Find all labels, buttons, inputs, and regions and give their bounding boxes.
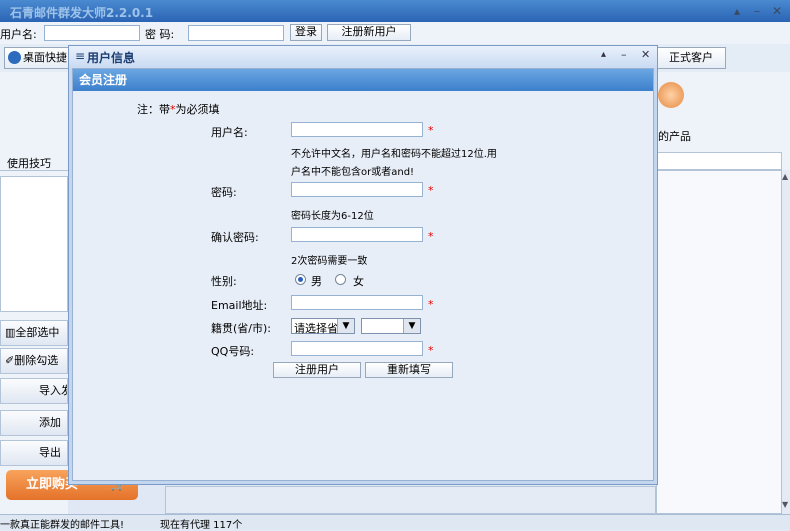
chevron-down-icon: ▼ [337,319,354,333]
login-button[interactable]: 登录 [290,24,322,41]
desktop-shortcut-icon [8,51,21,64]
register-panel: 会员注册 注：带*为必须填 用户名: * 不允许中文名，用户名和密码不能超过12… [72,68,654,481]
gender-male-label: 男 [311,275,322,288]
desktop-shortcut-button[interactable]: 桌面快捷 [4,47,70,69]
gender-male-radio[interactable] [295,274,306,285]
select-all-button[interactable]: ▥全部选中 [0,320,68,346]
close-icon[interactable]: ✕ [770,4,784,18]
formal-customer-button[interactable]: 正式客户 [656,47,726,69]
gender-female-radio[interactable] [335,274,346,285]
tips-content [0,176,68,312]
password-hint: 密码长度为6-12位 [291,211,374,222]
email-required-mark: * [428,298,434,311]
confirm-password-hint: 2次密码需要一致 [291,256,368,267]
reset-form-button[interactable]: 重新填写 [365,362,453,378]
confirm-password-input[interactable] [291,227,423,242]
user-info-titlebar: ≡ 用户信息 ▴ – ✕ [69,46,657,68]
select-all-label: 全部选中 [15,326,60,339]
export-label: 导出 [39,446,61,459]
chevron-down-icon: ▼ [403,319,420,333]
scroll-down-icon[interactable]: ▼ [782,500,788,509]
export-button[interactable]: 导出 [0,440,68,466]
email-input[interactable] [291,295,423,310]
import-label: 导入发 [39,384,67,397]
username-input[interactable] [291,122,423,137]
username-hint-line2: 户名中不能包含or或者and! [291,167,415,178]
status-bar: 一款真正能群发的邮件工具! 现在有代理 117个 [0,514,790,531]
desktop-shortcut-label: 桌面快捷 [23,51,67,64]
tips-label: 使用技巧 [7,157,51,170]
user-info-title: 用户信息 [87,51,136,65]
app-title: 石青邮件群发大师2.2.0.1 [10,6,154,20]
note-prefix: 注：带 [137,103,170,116]
eraser-icon: ✐ [5,354,15,367]
city-select[interactable]: ▼ [361,318,421,334]
user-info-dialog: ≡ 用户信息 ▴ – ✕ 会员注册 注：带*为必须填 用户名: * 不允许中文名… [68,45,658,485]
dialog-close-icon[interactable]: ✕ [641,48,650,61]
tips-header: 使用技巧 [0,150,68,171]
menu-icon: ≡ [75,49,86,63]
scroll-up-icon[interactable]: ▲ [782,172,788,181]
qq-label: QQ号码: [211,345,255,358]
status-proxy-count: 现在有代理 117个 [160,520,243,531]
right-scrollbar[interactable] [782,170,790,514]
qq-input[interactable] [291,341,423,356]
register-titlebar: 会员注册 [73,69,653,91]
note-suffix: 为必须填 [175,103,220,116]
login-password-input[interactable] [188,25,284,41]
confirm-required-mark: * [428,230,434,243]
register-new-user-button[interactable]: 注册新用户 [327,24,411,41]
dialog-minimize-icon[interactable]: ▴ [601,49,606,60]
add-button[interactable]: 添加 [0,410,68,436]
minimize-icon[interactable]: ▴ [730,4,744,18]
province-select[interactable]: 请选择省 ▼ [291,318,355,335]
email-label: Email地址: [211,299,268,312]
right-list-panel [656,170,782,514]
province-value: 请选择省 [294,322,338,335]
restore-icon[interactable]: – [750,4,764,18]
login-username-label: 用户名: [0,28,37,41]
username-label: 用户名: [211,126,248,139]
delete-checked-button[interactable]: ✐删除勾选 [0,348,68,374]
sidebar: 使用技巧 ▥全部选中 ✐删除勾选 导入发 添加 导出 [0,72,68,514]
password-label: 密码: [211,186,237,199]
right-panel: 的产品 ▲ ▼ [656,72,790,514]
username-hint-line1: 不允许中文名，用户名和密码不能超过12位.用 [291,149,497,160]
password-input[interactable] [291,182,423,197]
gender-label: 性别: [211,275,237,288]
login-bar: 用户名: 密 码: 登录 注册新用户 [0,22,790,44]
select-all-icon: ▥ [5,326,16,339]
register-title: 会员注册 [79,73,128,87]
dialog-restore-icon[interactable]: – [621,48,627,61]
required-note: 注：带*为必须填 [137,101,220,117]
region-label: 籍贯(省/市): [211,322,271,335]
login-password-label: 密 码: [145,28,175,41]
product-label: 的产品 [658,130,691,143]
right-header-field [656,152,782,170]
password-required-mark: * [428,184,434,197]
username-required-mark: * [428,124,434,137]
login-username-input[interactable] [44,25,140,41]
add-label: 添加 [39,416,61,429]
product-icon [658,82,684,108]
submit-register-button[interactable]: 注册用户 [273,362,361,378]
status-left: 一款真正能群发的邮件工具! [0,520,125,531]
app-titlebar: 石青邮件群发大师2.2.0.1 ▴ – ✕ [0,0,790,22]
bottom-panel [165,486,656,514]
confirm-password-label: 确认密码: [211,231,259,244]
import-button[interactable]: 导入发 [0,378,68,404]
qq-required-mark: * [428,344,434,357]
gender-female-label: 女 [353,275,364,288]
delete-checked-label: 删除勾选 [14,354,59,367]
